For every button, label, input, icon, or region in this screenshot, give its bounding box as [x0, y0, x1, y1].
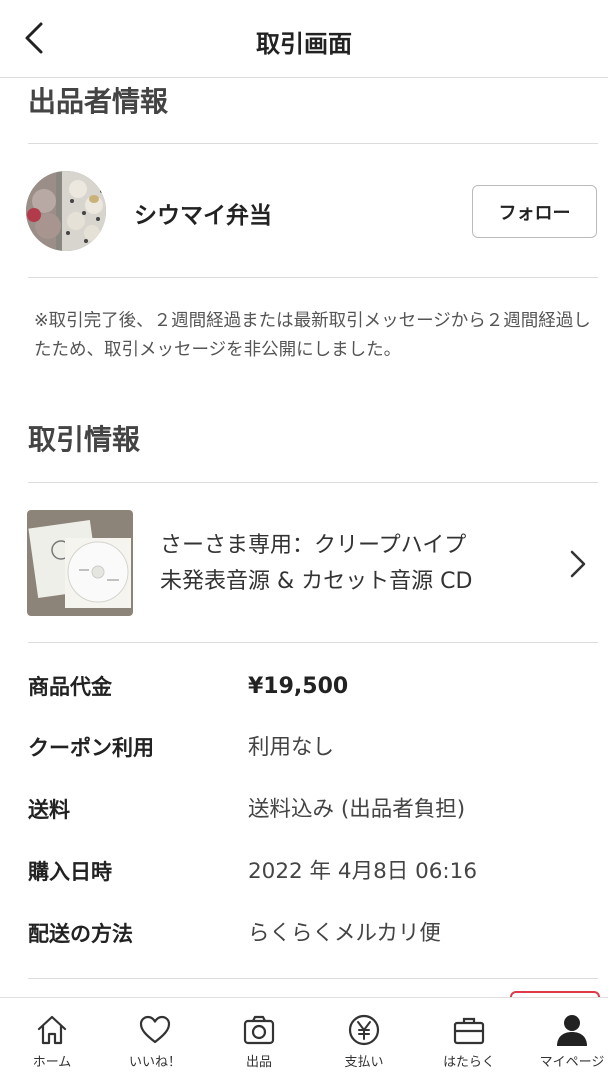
divider [28, 277, 598, 278]
divider [28, 642, 598, 643]
tab-work[interactable]: はたらく [417, 998, 521, 1080]
seller-avatar[interactable] [26, 171, 106, 251]
divider [28, 143, 598, 144]
detail-label: 購入日時 [28, 860, 112, 884]
briefcase-icon [451, 1012, 487, 1048]
detail-row-shipping-method: 配送の方法 らくらくメルカリ便 [28, 914, 598, 954]
item-title-line2: 未発表音源 & カセット音源 CD [160, 569, 473, 594]
item-photo [27, 510, 133, 616]
item-thumbnail [27, 510, 133, 616]
detail-label: 商品代金 [28, 675, 112, 699]
tab-likes[interactable]: いいね！ [103, 998, 207, 1080]
tab-bar: ホーム いいね！ 出品 支払い はたらく マイページ [0, 997, 608, 1080]
detail-label: クーポン利用 [28, 736, 154, 760]
tab-label: 支払い [344, 1055, 384, 1070]
user-icon [554, 1012, 590, 1048]
divider [28, 482, 598, 483]
detail-value: 送料込み (出品者負担) [248, 797, 466, 822]
navigation-bar: 取引画面 [0, 0, 608, 78]
detail-row-shipping-fee: 送料 送料込み (出品者負担) [28, 790, 598, 830]
detail-label: 送料 [28, 798, 70, 822]
tab-sell[interactable]: 出品 [207, 998, 311, 1080]
detail-label: 配送の方法 [28, 922, 133, 946]
avatar-image [26, 171, 106, 251]
transaction-section-title: 取引情報 [28, 423, 141, 456]
detail-row-coupon: クーポン利用 利用なし [28, 728, 598, 768]
item-title: さーさま専用：クリープハイプ 未発表音源 & カセット音源 CD [160, 528, 550, 600]
heart-icon [137, 1012, 173, 1048]
detail-row-price: 商品代金 ¥19,500 [28, 667, 598, 707]
tab-label: はたらく [443, 1055, 495, 1070]
seller-name[interactable]: シウマイ弁当 [134, 196, 272, 230]
tab-label: マイページ [539, 1055, 605, 1070]
detail-value: 利用なし [248, 735, 335, 760]
follow-button[interactable]: フォロー [472, 185, 597, 238]
tab-payment[interactable]: 支払い [312, 998, 416, 1080]
home-icon [34, 1012, 70, 1048]
detail-value: 2022 年 4月8日 06:16 [248, 859, 478, 884]
item-title-line1: さーさま専用：クリープハイプ [160, 533, 467, 558]
tab-label: 出品 [245, 1055, 272, 1070]
divider [28, 978, 598, 979]
tab-label: いいね！ [128, 1055, 181, 1070]
tab-label: ホーム [32, 1055, 72, 1070]
yen-icon [346, 1012, 382, 1048]
detail-value: らくらくメルカリ便 [248, 921, 441, 946]
seller-section-title: 出品者情報 [28, 85, 169, 118]
detail-value: ¥19,500 [248, 674, 349, 699]
privacy-notice: ※取引完了後、２週間経過または最新取引メッセージから２週間経過したため、取引メッ… [34, 311, 591, 360]
page-title: 取引画面 [256, 30, 352, 58]
tab-mypage[interactable]: マイページ [520, 998, 608, 1080]
tab-home[interactable]: ホーム [0, 998, 104, 1080]
chevron-right-icon [570, 550, 586, 578]
detail-row-purchase-date: 購入日時 2022 年 4月8日 06:16 [28, 852, 598, 892]
item-link[interactable]: さーさま専用：クリープハイプ 未発表音源 & カセット音源 CD [0, 484, 608, 642]
camera-icon [241, 1012, 277, 1048]
